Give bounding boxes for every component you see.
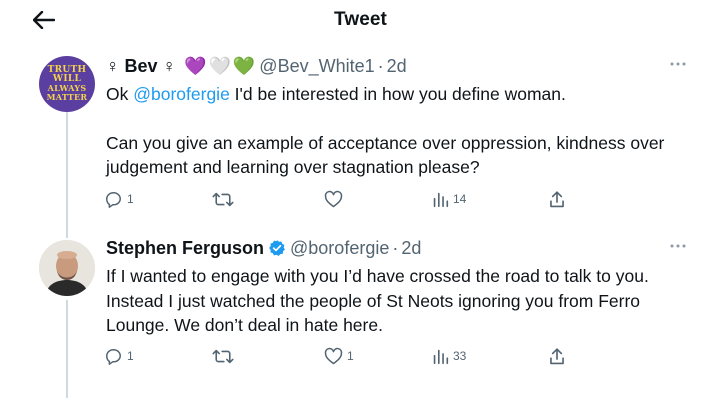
tweet-paragraph: Ok @borofergie I'd be interested in how … bbox=[106, 82, 696, 107]
share-button[interactable] bbox=[548, 187, 566, 211]
tweet-actions: 1 14 bbox=[104, 187, 574, 211]
tweet-text: If I wanted to engage with you I’d have … bbox=[106, 266, 649, 335]
verified-badge-icon bbox=[268, 239, 286, 257]
retweet-button[interactable] bbox=[212, 187, 238, 211]
share-button[interactable] bbox=[548, 344, 566, 368]
like-count: 1 bbox=[347, 349, 354, 363]
retweet-icon bbox=[212, 349, 234, 363]
views-count: 33 bbox=[453, 349, 467, 363]
top-bar: Tweet bbox=[0, 0, 721, 40]
text-fragment: I'd be interested in how you define woma… bbox=[229, 84, 566, 104]
tweet-text: Ok @borofergie I'd be interested in how … bbox=[106, 82, 696, 180]
tweet-actions: 1 1 33 bbox=[104, 344, 574, 368]
display-name[interactable]: Stephen Ferguson bbox=[106, 238, 264, 259]
reply-button[interactable]: 1 bbox=[104, 344, 134, 368]
purple-heart-icon: 💜 bbox=[184, 55, 207, 76]
heart-icon bbox=[324, 347, 343, 365]
views-count: 14 bbox=[453, 192, 467, 206]
share-icon bbox=[550, 190, 564, 207]
more-options-icon[interactable] bbox=[667, 236, 689, 256]
reply-icon bbox=[106, 191, 121, 208]
retweet-button[interactable] bbox=[212, 344, 238, 368]
handle[interactable]: @Bev_White1 bbox=[259, 56, 374, 77]
analytics-icon bbox=[433, 349, 449, 364]
more-options-icon[interactable] bbox=[667, 54, 689, 74]
display-name[interactable]: ♀ Bev ♀ bbox=[106, 56, 176, 77]
page-title: Tweet bbox=[334, 9, 387, 30]
reply-button[interactable]: 1 bbox=[104, 187, 134, 211]
like-button[interactable] bbox=[324, 187, 347, 211]
handle[interactable]: @borofergie bbox=[290, 238, 389, 259]
text-fragment: Ok bbox=[106, 84, 134, 104]
tweet-paragraph: Can you give an example of acceptance ov… bbox=[106, 132, 665, 178]
retweet-icon bbox=[212, 192, 234, 206]
avatar[interactable] bbox=[39, 240, 95, 296]
tweet[interactable]: TRUTH WILL ALWAYS MATTER ♀ Bev ♀ 💜 🤍 💚 @… bbox=[0, 50, 721, 220]
separator-dot: · bbox=[392, 237, 399, 258]
timestamp[interactable]: 2d bbox=[401, 238, 421, 259]
white-heart-icon: 🤍 bbox=[208, 55, 231, 76]
heart-icon bbox=[324, 190, 343, 208]
analytics-icon bbox=[433, 192, 449, 207]
views-button[interactable]: 33 bbox=[432, 344, 466, 368]
mention-link[interactable]: @borofergie bbox=[133, 84, 230, 104]
tweet-header: Stephen Ferguson @borofergie · 2d bbox=[106, 236, 421, 260]
avatar[interactable]: TRUTH WILL ALWAYS MATTER bbox=[39, 56, 95, 112]
tweet[interactable]: Stephen Ferguson @borofergie · 2d If I w… bbox=[0, 232, 721, 382]
green-heart-icon: 💚 bbox=[232, 55, 256, 76]
separator-dot: · bbox=[377, 55, 384, 76]
like-button[interactable]: 1 bbox=[324, 344, 354, 368]
reply-count: 1 bbox=[127, 349, 134, 363]
tweet-header: ♀ Bev ♀ 💜 🤍 💚 @Bev_White1 · 2d bbox=[106, 54, 407, 78]
reply-count: 1 bbox=[127, 192, 134, 206]
reply-icon bbox=[106, 348, 121, 365]
share-icon bbox=[550, 347, 564, 364]
avatar-text: MATTER bbox=[46, 92, 88, 102]
views-button[interactable]: 14 bbox=[432, 187, 466, 211]
profile-photo-icon bbox=[39, 240, 95, 296]
timestamp[interactable]: 2d bbox=[387, 56, 407, 77]
